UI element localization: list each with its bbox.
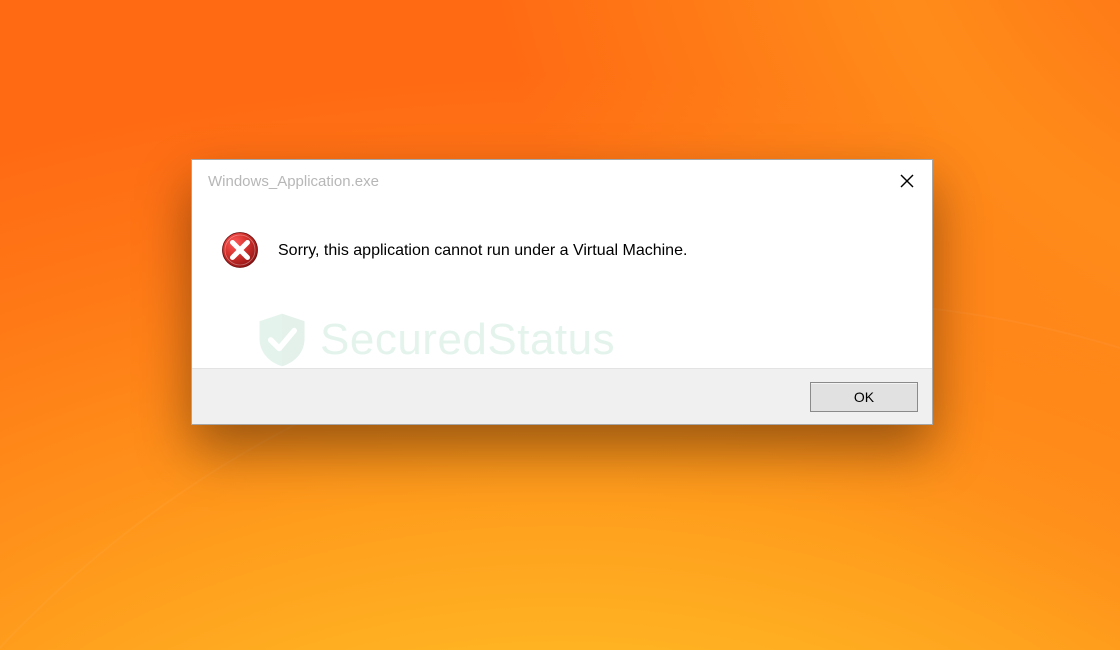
error-icon — [220, 230, 260, 270]
dialog-body: SecuredStatus Sorry, this application ca… — [192, 202, 932, 368]
error-dialog: Windows_Application.exe SecuredStatus — [191, 159, 933, 425]
watermark-text: SecuredStatus — [320, 315, 615, 365]
close-icon — [900, 174, 914, 188]
close-button[interactable] — [882, 160, 932, 202]
shield-check-icon — [252, 310, 312, 370]
dialog-footer: OK — [192, 368, 932, 424]
dialog-title: Windows_Application.exe — [208, 173, 379, 190]
watermark: SecuredStatus — [252, 310, 932, 370]
ok-button[interactable]: OK — [810, 382, 918, 412]
dialog-titlebar: Windows_Application.exe — [192, 160, 932, 202]
dialog-message: Sorry, this application cannot run under… — [278, 232, 687, 262]
